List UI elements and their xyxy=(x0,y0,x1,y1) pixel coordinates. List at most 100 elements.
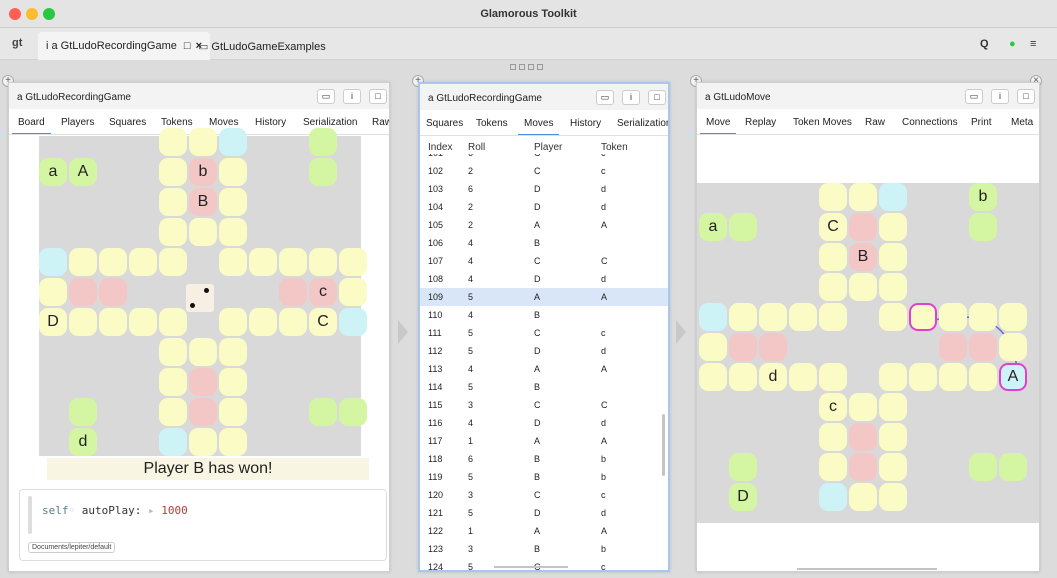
table-row[interactable]: 1245Cc xyxy=(420,558,668,570)
board-square[interactable] xyxy=(69,308,97,336)
vertical-scrollbar[interactable] xyxy=(662,414,665,476)
tab-history[interactable]: History xyxy=(570,118,601,129)
board-square[interactable] xyxy=(819,243,847,271)
menu-icon[interactable]: ≡ xyxy=(1030,38,1036,50)
tab-connections[interactable]: Connections xyxy=(902,117,958,128)
board-square[interactable] xyxy=(729,333,757,361)
board-square[interactable] xyxy=(69,398,97,426)
board-square[interactable] xyxy=(159,308,187,336)
board-square[interactable] xyxy=(339,278,367,306)
board-square[interactable] xyxy=(849,213,877,241)
board-square[interactable] xyxy=(939,363,967,391)
board-square[interactable] xyxy=(189,218,217,246)
board-square[interactable] xyxy=(999,333,1027,361)
board-square[interactable] xyxy=(159,398,187,426)
tab-serialization[interactable]: Serialization xyxy=(617,118,668,129)
board-square[interactable] xyxy=(39,278,67,306)
token-C[interactable]: C xyxy=(819,213,847,241)
inspect-icon[interactable]: i xyxy=(343,89,361,104)
tab-board[interactable]: Board xyxy=(12,117,51,134)
board-square[interactable] xyxy=(879,393,907,421)
tab-moves[interactable]: Moves xyxy=(209,117,238,128)
table-row[interactable]: 112 5 Dd xyxy=(420,342,668,360)
book-icon[interactable]: ▭ xyxy=(596,90,614,105)
gt-logo[interactable]: gt xyxy=(12,37,22,49)
table-row[interactable]: 120 3 Cc xyxy=(420,486,668,504)
token-A[interactable]: A xyxy=(69,158,97,186)
board-square[interactable] xyxy=(189,338,217,366)
token-b[interactable]: b xyxy=(189,158,217,186)
board-square[interactable] xyxy=(729,213,757,241)
board-square[interactable] xyxy=(159,218,187,246)
table-row[interactable]: 119 5 Bb xyxy=(420,468,668,486)
tab-players[interactable]: Players xyxy=(61,117,94,128)
table-row[interactable]: 122 1 A A xyxy=(420,522,668,540)
board-square[interactable] xyxy=(159,338,187,366)
board-square[interactable] xyxy=(189,398,217,426)
board-square[interactable] xyxy=(999,303,1027,331)
board-square[interactable] xyxy=(909,303,937,331)
board-square[interactable] xyxy=(879,303,907,331)
code-line[interactable]: self◦ autoPlay: ▸ 1000 xyxy=(42,504,188,517)
table-row[interactable]: 109 5 A A xyxy=(420,288,668,306)
board-square[interactable] xyxy=(189,128,217,156)
inspect-icon[interactable]: i xyxy=(991,89,1009,104)
board-square[interactable] xyxy=(759,333,787,361)
board-square[interactable] xyxy=(909,363,937,391)
board-square[interactable] xyxy=(309,128,337,156)
board-square[interactable] xyxy=(969,213,997,241)
token-C[interactable]: C xyxy=(309,308,337,336)
board-square[interactable] xyxy=(969,363,997,391)
board-square[interactable] xyxy=(39,248,67,276)
board-square[interactable] xyxy=(159,128,187,156)
pane-pager[interactable] xyxy=(510,61,546,71)
table-row[interactable]: 111 5 Cc xyxy=(420,324,668,342)
database-path[interactable]: Documents/lepiter/default xyxy=(28,542,116,553)
token-D[interactable]: D xyxy=(729,483,757,511)
token-d[interactable]: d xyxy=(69,428,97,456)
tab-replay[interactable]: Replay xyxy=(745,117,776,128)
board-square[interactable] xyxy=(339,308,367,336)
board-square[interactable] xyxy=(99,278,127,306)
board-square[interactable] xyxy=(969,453,997,481)
board-square[interactable] xyxy=(219,428,247,456)
board-square[interactable] xyxy=(219,338,247,366)
code-snippet[interactable]: self◦ autoPlay: ▸ 1000 Documents/lepiter… xyxy=(19,489,387,561)
table-row[interactable]: 113 4 A A xyxy=(420,360,668,378)
tab-serialization[interactable]: Serialization xyxy=(303,117,357,128)
board-square[interactable] xyxy=(129,308,157,336)
table-row[interactable]: 118 6 Bb xyxy=(420,450,668,468)
tab-token-moves[interactable]: Token Moves xyxy=(793,117,852,128)
tab-squares[interactable]: Squares xyxy=(426,118,463,129)
maximize-icon[interactable]: □ xyxy=(648,90,666,105)
board-square[interactable] xyxy=(849,423,877,451)
board-square[interactable] xyxy=(219,248,247,276)
tab-raw[interactable]: Raw xyxy=(865,117,885,128)
board-square[interactable] xyxy=(879,423,907,451)
token-D[interactable]: D xyxy=(39,308,67,336)
board-square[interactable] xyxy=(849,453,877,481)
board-square[interactable] xyxy=(879,273,907,301)
horizontal-scrollbar[interactable] xyxy=(797,568,937,570)
tab-history[interactable]: History xyxy=(255,117,286,128)
board-square[interactable] xyxy=(819,483,847,511)
board-square[interactable] xyxy=(789,363,817,391)
table-row[interactable]: 105 2 A A xyxy=(420,216,668,234)
token-b[interactable]: b xyxy=(969,183,997,211)
table-row[interactable]: 104 2 Dd xyxy=(420,198,668,216)
table-row[interactable]: 110 4 B xyxy=(420,306,668,324)
moves-table[interactable]: 101 6 Cc 102 2 Cc 103 6 Dd 104 2 Dd 105 2 A A 106 4 B 107 4 C… xyxy=(420,154,668,570)
board-square[interactable] xyxy=(849,273,877,301)
board-square[interactable] xyxy=(939,303,967,331)
book-icon[interactable]: ▭ xyxy=(965,89,983,104)
tab-meta[interactable]: Meta xyxy=(1011,117,1033,128)
maximize-icon[interactable]: □ xyxy=(369,89,387,104)
board-square[interactable] xyxy=(189,368,217,396)
board-square[interactable] xyxy=(219,308,247,336)
board-square[interactable] xyxy=(159,188,187,216)
board-square[interactable] xyxy=(219,368,247,396)
board-square[interactable] xyxy=(969,303,997,331)
table-row[interactable]: 101 6 Cc xyxy=(420,154,668,162)
board-square[interactable] xyxy=(309,158,337,186)
board-square[interactable] xyxy=(819,423,847,451)
